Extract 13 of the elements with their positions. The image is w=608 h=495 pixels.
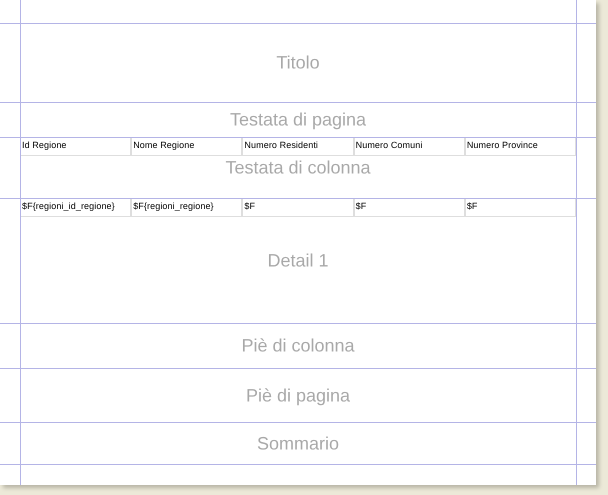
text-field[interactable]: $F: [354, 199, 465, 217]
text-field[interactable]: $F{regioni_regione}: [131, 199, 242, 217]
band-label: Piè di pagina: [244, 385, 352, 406]
band-label: Testata di colonna: [224, 158, 372, 178]
band-label: Testata di pagina: [228, 110, 368, 130]
band-label: Titolo: [275, 52, 321, 74]
text-field[interactable]: Numero Comuni: [354, 138, 465, 156]
band-label: Detail 1: [266, 250, 330, 272]
text-field[interactable]: Nome Regione: [131, 138, 242, 156]
band-label: Piè di colonna: [240, 336, 356, 356]
text-field[interactable]: Numero Residenti: [242, 138, 354, 156]
band-label: Sommario: [256, 433, 340, 454]
text-field[interactable]: $F: [242, 199, 354, 217]
